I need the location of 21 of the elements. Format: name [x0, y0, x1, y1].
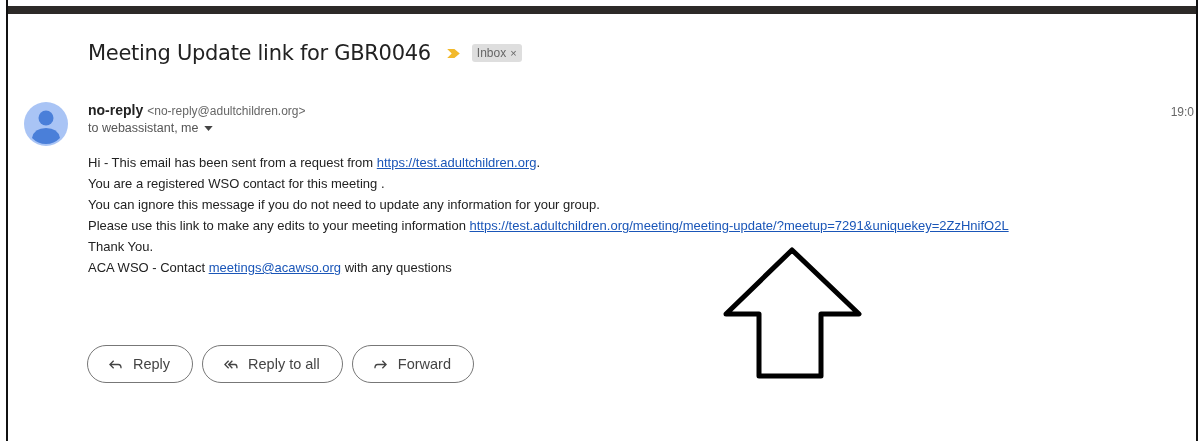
sender-email: <no-reply@adultchildren.org> — [147, 104, 306, 118]
dropdown-caret-icon — [204, 125, 214, 131]
sender-name: no-reply — [88, 102, 144, 118]
body-text: You are a registered WSO contact for this meeting . — [88, 175, 386, 193]
timestamp: 19:0 — [1170, 105, 1194, 119]
body-text: Hi - This email has been sent from a request from https://test.adultchildren.org. — [88, 154, 542, 172]
body-text: Please use this link to make any edits to your meeting information https://test.adultchildren.org/meeting/meeting-update/?meetup=7291&uniquekey=2ZzHnifO2L — [88, 217, 1010, 235]
link[interactable]: https://test.adultchildren.org/meeting/meeting-update/?meetup=7291&uniquekey=2ZzHnifO2L — [469, 218, 1009, 233]
avatar-icon — [24, 102, 68, 146]
link[interactable]: meetings@acawso.org — [208, 260, 342, 275]
label-text: Inbox — [476, 46, 507, 60]
action-button[interactable]: Reply to all — [202, 345, 343, 383]
email-subject: Meeting Update link for GBR0046 — [88, 41, 431, 65]
action-button[interactable]: Reply — [87, 345, 194, 383]
remove-label-button[interactable]: × — [510, 47, 517, 59]
recipients-text: to webassistant, me — [88, 121, 199, 135]
importance-marker-icon[interactable] — [446, 48, 460, 58]
body-text: ACA WSO - Contact meetings@acawso.org with any questions — [88, 259, 453, 277]
body-text: Thank You. — [88, 238, 155, 256]
action-button[interactable]: Forward — [351, 345, 474, 383]
body-text: You can ignore this message if you do not need to update any information for your group. — [88, 196, 601, 214]
